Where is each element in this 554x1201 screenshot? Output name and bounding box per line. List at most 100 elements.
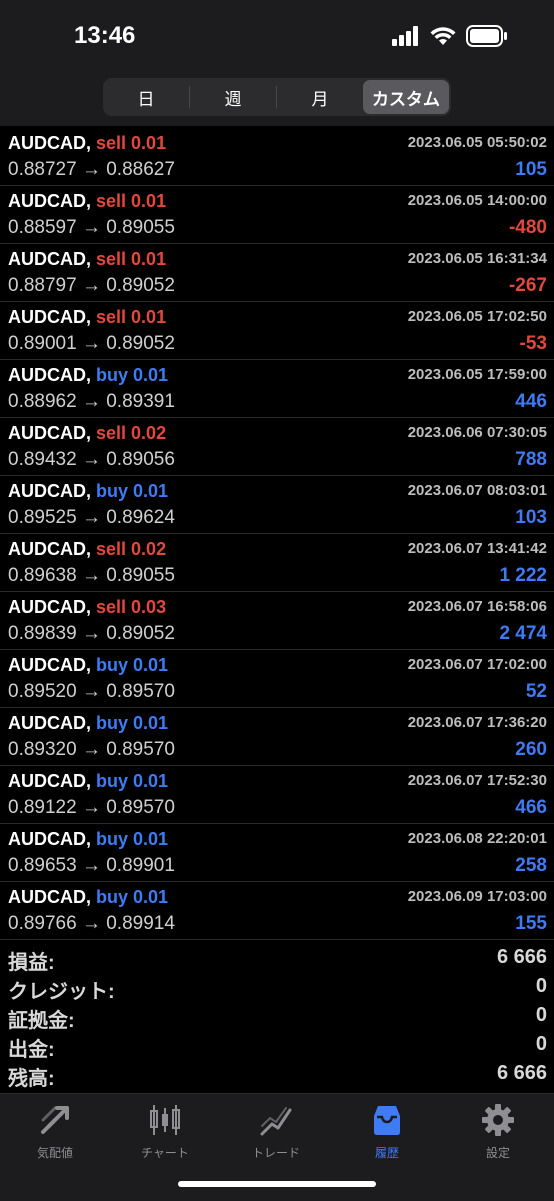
trade-profit: 788: [515, 449, 547, 470]
chart-icon: [150, 1105, 180, 1135]
trade-datetime: 2023.06.05 14:00:00: [407, 192, 547, 209]
trade-prices: 0.89653 → 0.89901: [8, 855, 175, 876]
period-tab-custom[interactable]: カスタム: [363, 80, 449, 114]
period-tab-month[interactable]: 月: [277, 80, 363, 114]
trade-prices: 0.89320 → 0.89570: [8, 739, 175, 760]
trade-datetime: 2023.06.08 22:20:01: [407, 830, 547, 847]
summary-value: 6 666: [496, 946, 547, 968]
trade-side: sell 0.01: [96, 249, 167, 269]
period-tab-week[interactable]: 週: [190, 80, 276, 114]
period-segmented-control: 日 週 月 カスタム: [103, 78, 451, 116]
summary-value: 0: [535, 1004, 547, 1026]
trade-prices: 0.88597 → 0.89055: [8, 217, 175, 238]
battery-icon: [466, 25, 507, 47]
trade-row[interactable]: AUDCAD, sell 0.03 0.89839 → 0.89052 2023…: [0, 592, 554, 650]
trade-side: sell 0.02: [96, 423, 167, 443]
trade-row[interactable]: AUDCAD, sell 0.02 0.89432 → 0.89056 2023…: [0, 418, 554, 476]
summary-row-balance: 残高: 6 666: [0, 1060, 554, 1090]
trade-symbol: AUDCAD,: [8, 481, 91, 501]
tab-settings[interactable]: 設定: [443, 1102, 553, 1161]
summary-label: 証拠金:: [8, 1010, 75, 1032]
home-indicator[interactable]: [178, 1181, 376, 1187]
trade-row[interactable]: AUDCAD, sell 0.02 0.89638 → 0.89055 2023…: [0, 534, 554, 592]
trade-prices: 0.89001 → 0.89052: [8, 333, 175, 354]
trade-row[interactable]: AUDCAD, sell 0.01 0.88597 → 0.89055 2023…: [0, 186, 554, 244]
trade-symbol: AUDCAD,: [8, 539, 91, 559]
trade-prices: 0.89766 → 0.89914: [8, 913, 175, 934]
trade-datetime: 2023.06.05 05:50:02: [407, 134, 547, 151]
trade-row[interactable]: AUDCAD, buy 0.01 0.89520 → 0.89570 2023.…: [0, 650, 554, 708]
trade-datetime: 2023.06.07 08:03:01: [407, 482, 547, 499]
trade-prices: 0.89525 → 0.89624: [8, 507, 175, 528]
trade-datetime: 2023.06.05 16:31:34: [407, 250, 547, 267]
trade-datetime: 2023.06.07 17:52:30: [407, 772, 547, 789]
trade-side: buy 0.01: [96, 713, 169, 733]
trade-profit: 155: [515, 913, 547, 934]
trade-row[interactable]: AUDCAD, buy 0.01 0.89525 → 0.89624 2023.…: [0, 476, 554, 534]
trade-datetime: 2023.06.09 17:03:00: [407, 888, 547, 905]
trade-profit: 466: [515, 797, 547, 818]
trade-prices: 0.89638 → 0.89055: [8, 565, 175, 586]
tab-history-label: 履歴: [374, 1146, 399, 1160]
trade-prices: 0.88797 → 0.89052: [8, 275, 175, 296]
trade-side: sell 0.01: [96, 133, 167, 153]
trade-row[interactable]: AUDCAD, buy 0.01 0.89320 → 0.89570 2023.…: [0, 708, 554, 766]
trade-side: buy 0.01: [96, 829, 169, 849]
period-tab-day[interactable]: 日: [103, 80, 189, 114]
trade-datetime: 2023.06.06 07:30:05: [407, 424, 547, 441]
trade-symbol: AUDCAD,: [8, 713, 91, 733]
trade-row[interactable]: AUDCAD, sell 0.01 0.88727 → 0.88627 2023…: [0, 128, 554, 186]
trade-datetime: 2023.06.05 17:02:50: [407, 308, 547, 325]
trade-prices: 0.89432 → 0.89056: [8, 449, 175, 470]
tab-trade[interactable]: トレード: [221, 1102, 331, 1161]
trade-symbol: AUDCAD,: [8, 191, 91, 211]
trade-row[interactable]: AUDCAD, sell 0.01 0.89001 → 0.89052 2023…: [0, 302, 554, 360]
account-summary: 損益: 6 666 クレジット: 0 証拠金: 0 出金: 0 残高: 6 66…: [0, 944, 554, 1090]
trade-row[interactable]: AUDCAD, buy 0.01 0.89653 → 0.89901 2023.…: [0, 824, 554, 882]
tab-history[interactable]: 履歴: [332, 1102, 442, 1161]
summary-label: 損益:: [8, 952, 55, 974]
summary-label: 残高:: [8, 1068, 55, 1090]
trade-side: sell 0.01: [96, 191, 167, 211]
trade-symbol: AUDCAD,: [8, 829, 91, 849]
trade-symbol: AUDCAD,: [8, 365, 91, 385]
quotes-icon: [41, 1106, 69, 1134]
summary-value: 0: [535, 1033, 547, 1055]
trade-profit: 1 222: [499, 565, 547, 586]
summary-value: 6 666: [496, 1062, 547, 1084]
trade-side: buy 0.01: [96, 771, 169, 791]
trade-profit: 52: [525, 681, 547, 702]
trade-row[interactable]: AUDCAD, sell 0.01 0.88797 → 0.89052 2023…: [0, 244, 554, 302]
tab-chart-label: チャート: [141, 1146, 189, 1160]
trade-row[interactable]: AUDCAD, buy 0.01 0.89766 → 0.89914 2023.…: [0, 882, 554, 940]
trade-prices: 0.89122 → 0.89570: [8, 797, 175, 818]
summary-row-profit: 損益: 6 666: [0, 944, 554, 974]
trade-profit: 2 474: [499, 623, 547, 644]
settings-icon: [482, 1104, 514, 1136]
trade-profit: 105: [515, 159, 547, 180]
tab-trade-label: トレード: [251, 1146, 300, 1160]
trade-datetime: 2023.06.05 17:59:00: [407, 366, 547, 383]
summary-label: 出金:: [8, 1039, 55, 1061]
trade-prices: 0.88962 → 0.89391: [8, 391, 175, 412]
trade-profit: -53: [519, 333, 547, 354]
status-time: 13:46: [74, 22, 136, 49]
summary-row-withdrawal: 出金: 0: [0, 1031, 554, 1061]
trade-prices: 0.89839 → 0.89052: [8, 623, 175, 644]
tab-settings-label: 設定: [485, 1146, 510, 1160]
trade-symbol: AUDCAD,: [8, 655, 91, 675]
trade-side: buy 0.01: [96, 887, 169, 907]
status-bar: 13:46: [0, 0, 554, 78]
trade-side: buy 0.01: [96, 655, 169, 675]
summary-label: クレジット:: [8, 981, 115, 1003]
tab-quotes[interactable]: 気配値: [0, 1102, 110, 1161]
tab-chart[interactable]: チャート: [110, 1102, 220, 1161]
trade-side: buy 0.01: [96, 481, 169, 501]
trade-symbol: AUDCAD,: [8, 423, 91, 443]
trade-datetime: 2023.06.07 13:41:42: [407, 540, 547, 557]
trade-row[interactable]: AUDCAD, buy 0.01 0.89122 → 0.89570 2023.…: [0, 766, 554, 824]
trade-datetime: 2023.06.07 16:58:06: [407, 598, 547, 615]
trade-history-list: AUDCAD, sell 0.01 0.88727 → 0.88627 2023…: [0, 128, 554, 940]
trade-row[interactable]: AUDCAD, buy 0.01 0.88962 → 0.89391 2023.…: [0, 360, 554, 418]
trade-symbol: AUDCAD,: [8, 597, 91, 617]
